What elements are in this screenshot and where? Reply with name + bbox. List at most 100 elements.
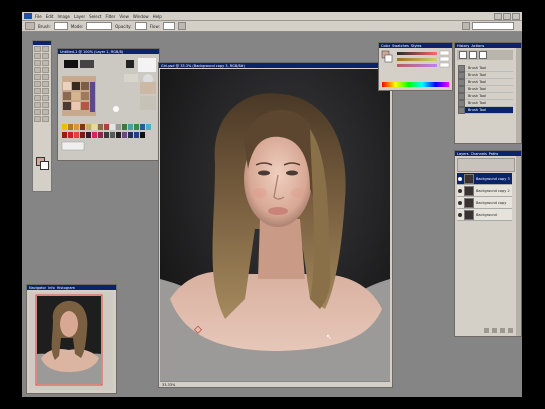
snapshot-thumbnail[interactable] [459,51,467,59]
eyedropper-icon[interactable] [42,109,49,115]
maximize-icon[interactable] [503,13,511,20]
history-item[interactable]: Brush Tool [458,71,513,79]
brush-history-icon [458,85,465,93]
pen-tool-icon[interactable] [34,102,41,108]
menu-layer[interactable]: Layer [74,14,85,19]
opacity-field[interactable] [134,22,147,30]
photoshop-window: File Edit Image Layer Select Filter View… [22,12,522,397]
airbrush-icon[interactable] [177,22,186,30]
zoom-tool-icon[interactable] [42,116,49,122]
history-panel-titlebar[interactable]: History Actions [455,43,521,48]
layer-blend-controls[interactable] [457,158,515,172]
layer-row-selected[interactable]: Background copy 3 [457,173,512,185]
layers-scrollbar[interactable] [516,156,521,336]
hand-tool-icon[interactable] [34,116,41,122]
magic-wand-icon[interactable] [42,53,49,59]
reference-window-canvas[interactable] [58,54,159,160]
navigator-titlebar[interactable]: Navigator Info Histogram [27,285,116,290]
lasso-tool-icon[interactable] [34,53,41,59]
layer-row[interactable]: Background copy 2 [457,185,512,197]
menu-file[interactable]: File [35,14,42,19]
menu-filter[interactable]: Filter [105,14,115,19]
menu-image[interactable]: Image [57,14,70,19]
tab-channels[interactable]: Channels [471,152,487,156]
minimize-icon[interactable] [494,13,502,20]
layer-row[interactable]: Background copy [457,197,512,209]
tab-color[interactable]: Color [381,44,390,48]
menu-view[interactable]: View [119,14,129,19]
menu-help[interactable]: Help [153,14,162,19]
link-layers-icon[interactable] [484,328,489,333]
toolbox [32,40,52,192]
eye-icon[interactable] [458,188,462,193]
history-panel: History Actions Brush Tool Brush Tool Br… [454,42,522,144]
tab-paths[interactable]: Paths [489,152,499,156]
mode-select[interactable] [86,22,113,30]
brush-tool-icon[interactable] [42,67,49,73]
file-browser-icon[interactable] [462,22,470,30]
slice-tool-icon[interactable] [42,60,49,66]
notes-tool-icon[interactable] [34,109,41,115]
dodge-tool-icon[interactable] [42,88,49,94]
background-color-swatch[interactable] [40,161,49,170]
path-select-icon[interactable] [34,95,41,101]
tab-actions[interactable]: Actions [471,44,484,48]
history-scrollbar[interactable] [516,48,521,143]
move-tool-icon[interactable] [34,46,41,52]
eraser-tool-icon[interactable] [34,81,41,87]
snapshot-thumbnail-3[interactable] [479,51,487,59]
layer-style-icon[interactable] [492,328,497,333]
document-status-bar: 33.33% [160,381,390,387]
eye-icon[interactable] [458,200,462,205]
tab-navigator[interactable]: Navigator [29,286,46,290]
history-item[interactable]: Brush Tool [458,99,513,107]
brush-history-icon [458,71,465,79]
clone-stamp-icon[interactable] [34,74,41,80]
gradient-tool-icon[interactable] [42,81,49,87]
history-brush-icon[interactable] [42,74,49,80]
tab-history[interactable]: History [457,44,469,48]
crop-tool-icon[interactable] [34,60,41,66]
menu-window[interactable]: Window [133,14,149,19]
history-item[interactable]: Brush Tool [458,64,513,72]
tab-layers[interactable]: Layers [457,152,469,156]
tab-styles[interactable]: Styles [411,44,422,48]
tool-grid [33,45,51,123]
layer-thumbnail [464,209,474,220]
tab-info[interactable]: Info [48,286,55,290]
app-logo-icon [24,13,32,19]
painting-canvas[interactable]: ↖ [160,69,390,381]
menu-edit[interactable]: Edit [46,14,54,19]
healing-brush-icon[interactable] [34,67,41,73]
marquee-tool-icon[interactable] [42,46,49,52]
color-sliders[interactable] [379,48,452,90]
zoom-readout[interactable]: 33.33% [162,383,175,387]
brush-history-icon [458,92,465,100]
close-icon[interactable] [512,13,520,20]
brush-tool-preset-icon[interactable] [25,22,35,30]
tab-swatches[interactable]: Swatches [392,44,409,48]
eye-icon[interactable] [458,212,462,217]
new-layer-icon[interactable] [500,328,505,333]
blur-tool-icon[interactable] [34,88,41,94]
snapshot-thumbnail-2[interactable] [469,51,477,59]
flow-label: Flow: [149,23,160,29]
type-tool-icon[interactable] [42,95,49,101]
trash-icon[interactable] [508,328,513,333]
flow-field[interactable] [162,22,175,30]
eye-icon[interactable] [458,176,462,181]
layers-panel-titlebar[interactable]: Layers Channels Paths [455,151,521,156]
menu-select[interactable]: Select [89,14,101,19]
shape-tool-icon[interactable] [42,102,49,108]
brush-history-icon [458,78,465,86]
palette-well[interactable] [472,22,514,30]
layer-row[interactable]: Background [457,209,512,221]
history-item[interactable]: Brush Tool [458,92,513,100]
navigator-preview[interactable] [29,292,113,390]
history-item[interactable]: Brush Tool [458,85,513,93]
brush-size-picker[interactable] [53,22,68,30]
history-item-current[interactable]: Brush Tool [458,106,513,114]
document-titlebar[interactable]: Girl.psd @ 33.3% (Background copy 3, RGB… [159,63,392,68]
tab-histogram[interactable]: Histogram [57,286,75,290]
history-item[interactable]: Brush Tool [458,78,513,86]
